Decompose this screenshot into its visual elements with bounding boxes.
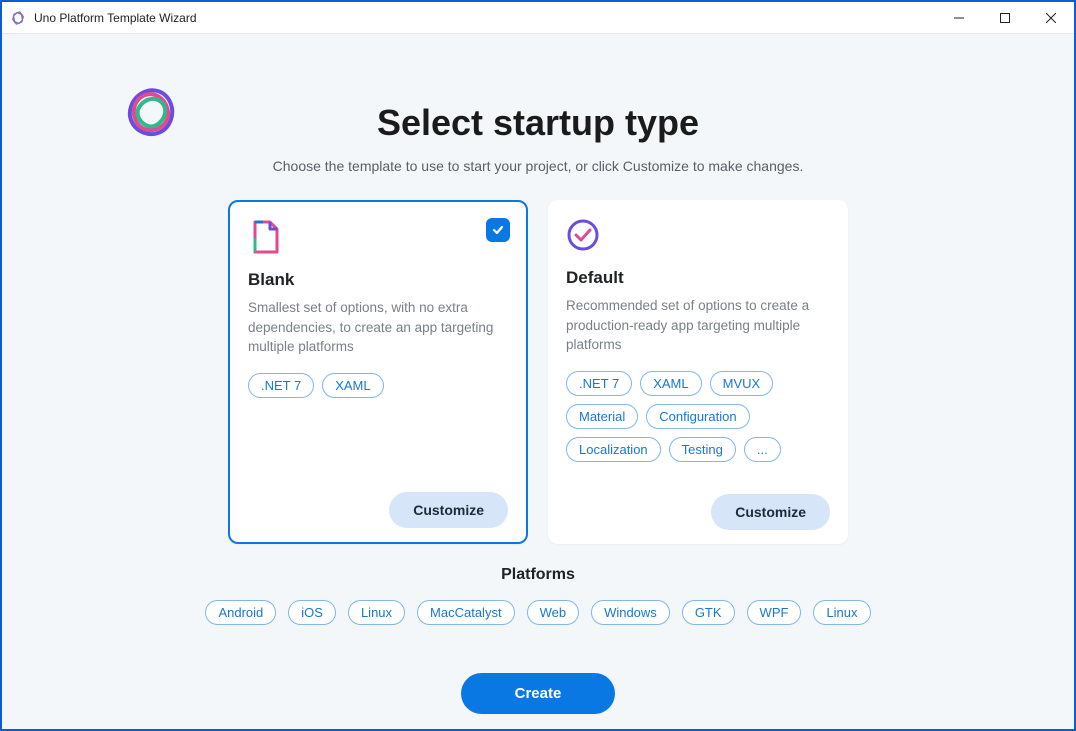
template-card-default[interactable]: Default Recommended set of options to cr… (548, 200, 848, 544)
platforms-title: Platforms (501, 566, 575, 584)
blank-document-icon (248, 220, 282, 254)
tag-more: ... (744, 437, 781, 462)
page-subtitle: Choose the template to use to start your… (273, 158, 804, 174)
window-controls (936, 2, 1074, 33)
tag: XAML (322, 373, 383, 398)
card-description: Recommended set of options to create a p… (566, 296, 830, 355)
window-frame: Uno Platform Template Wizard Select star… (0, 0, 1076, 731)
tag: Configuration (646, 404, 749, 429)
template-cards: Blank Smallest set of options, with no e… (228, 200, 848, 544)
tag: .NET 7 (248, 373, 314, 398)
content-area: Select startup type Choose the template … (2, 34, 1074, 729)
tag: Material (566, 404, 638, 429)
close-button[interactable] (1028, 2, 1074, 33)
selected-check-icon (486, 218, 510, 242)
card-title: Default (566, 268, 830, 288)
maximize-button[interactable] (982, 2, 1028, 33)
customize-button-blank[interactable]: Customize (389, 492, 508, 528)
customize-button-default[interactable]: Customize (711, 494, 830, 530)
uno-logo-icon (10, 10, 26, 26)
tag: .NET 7 (566, 371, 632, 396)
card-description: Smallest set of options, with no extra d… (248, 298, 508, 357)
page-title: Select startup type (377, 102, 699, 144)
platforms-list: Android iOS Linux MacCatalyst Web Window… (205, 600, 870, 625)
tag: Testing (669, 437, 736, 462)
platform-chip: Linux (348, 600, 405, 625)
platform-chip: Windows (591, 600, 670, 625)
tag: XAML (640, 371, 701, 396)
window-title: Uno Platform Template Wizard (34, 11, 197, 25)
platform-chip: Web (527, 600, 580, 625)
uno-logo-large (122, 84, 180, 147)
create-button[interactable]: Create (461, 673, 616, 714)
platform-chip: Android (205, 600, 276, 625)
card-title: Blank (248, 270, 508, 290)
platform-chip: MacCatalyst (417, 600, 515, 625)
minimize-button[interactable] (936, 2, 982, 33)
template-card-blank[interactable]: Blank Smallest set of options, with no e… (228, 200, 528, 544)
tag: Localization (566, 437, 661, 462)
tag-list-default: .NET 7 XAML MVUX Material Configuration … (566, 371, 830, 462)
tag: MVUX (710, 371, 774, 396)
platform-chip: Linux (813, 600, 870, 625)
titlebar: Uno Platform Template Wizard (2, 2, 1074, 34)
tag-list-blank: .NET 7 XAML (248, 373, 508, 398)
default-check-circle-icon (566, 218, 600, 252)
platform-chip: WPF (747, 600, 802, 625)
platform-chip: iOS (288, 600, 336, 625)
platform-chip: GTK (682, 600, 735, 625)
